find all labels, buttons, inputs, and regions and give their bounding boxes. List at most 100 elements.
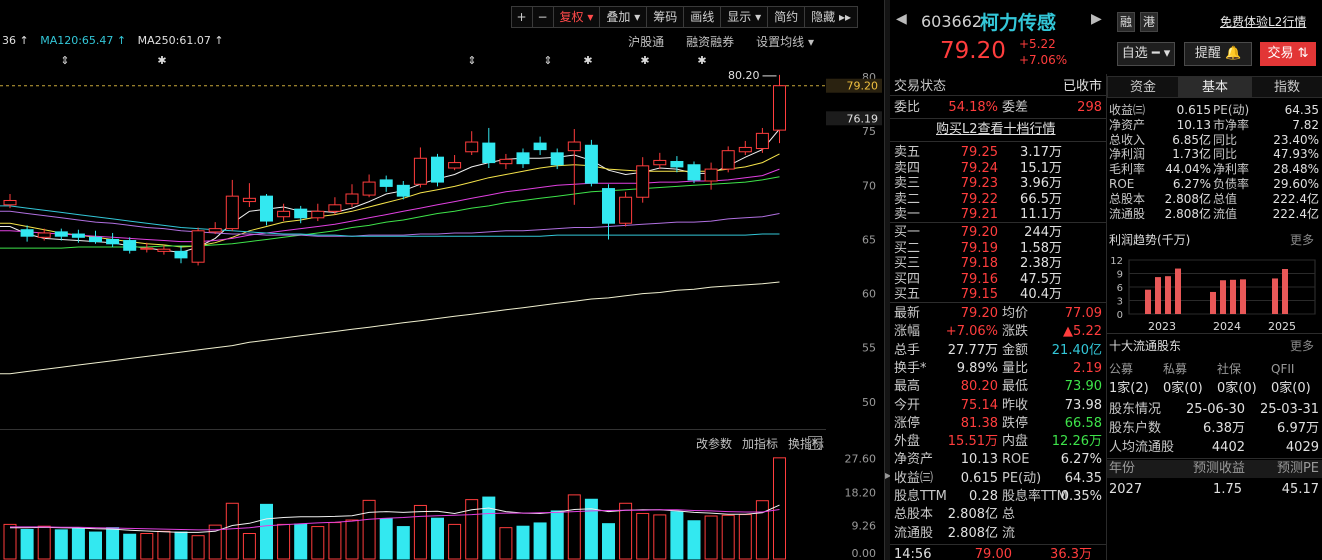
divider (1107, 458, 1322, 459)
event-marker: ✱ (157, 54, 166, 67)
volume-chart[interactable]: 27.60 18.20 9.26 0.00 (0, 433, 884, 560)
candle-up (704, 168, 718, 182)
candle-up (37, 232, 51, 238)
event-marker: ⇕ (467, 54, 476, 67)
fundamental-row: ROE 6.27% 负债率 29.60% (1107, 177, 1322, 192)
profit-trend-title: 利润趋势(千万) (1109, 233, 1191, 247)
zoom-out-button[interactable]: − (531, 6, 554, 28)
volume-tick: 27.60 (845, 452, 877, 465)
simple-button[interactable]: 简约 (767, 6, 806, 28)
trade-button[interactable]: 交易 ⇅ (1260, 42, 1316, 66)
profit-trend-chart: 0 3 6 9 12 2023 2024 2025 (1110, 256, 1316, 333)
price-tick: 60 (862, 288, 876, 301)
stat-value: 0.35% (1060, 489, 1102, 504)
stat-label: 量比 (1002, 360, 1029, 376)
stat-value: 79.20 (960, 306, 998, 321)
holders-more-link[interactable]: 更多 (1290, 337, 1314, 354)
candle-up (362, 181, 376, 196)
volume-bar-down (533, 522, 547, 560)
quote-stat-row: 净资产 10.13 ROE 6.27% (890, 451, 1106, 469)
stat-value: 2.19 (1073, 360, 1102, 376)
fund-value: 44.04% (1165, 162, 1211, 177)
volume-bar-up (3, 523, 17, 560)
divider (890, 302, 1106, 303)
alert-button[interactable]: 提醒 🔔 (1184, 42, 1252, 66)
quote-stat-row: 总手 27.77万 金额 21.40亿 (890, 342, 1106, 360)
volume-bar-up (448, 523, 462, 560)
quote-stat-row: 今开 75.14 昨收 73.98 (890, 397, 1106, 415)
ma-settings-link[interactable]: 设置均线 ▾ (756, 33, 814, 50)
fund-value: 222.4亿 (1272, 191, 1319, 206)
event-marker: ✱ (697, 54, 706, 67)
free-l2-link[interactable]: 免费体验L2行情 (1220, 13, 1306, 30)
candle-up (448, 162, 462, 169)
volume-bar-up (328, 522, 342, 560)
candle-up (499, 158, 513, 165)
price-change: +5.22 (1019, 37, 1056, 51)
event-marker: ⇕ (543, 54, 552, 67)
fuquan-button[interactable]: 复权 ▾ (552, 6, 601, 28)
candle-up (721, 150, 735, 170)
volume-bar-up (362, 499, 376, 560)
candle-down (260, 195, 273, 222)
display-button[interactable]: 显示 ▾ (720, 6, 769, 28)
next-stock-icon[interactable]: ▶ (1091, 11, 1102, 27)
holder-count: 1家(2) (1109, 381, 1149, 396)
tick-volume: 36.3万 (1050, 547, 1092, 560)
tab-capital[interactable]: 资金 (1107, 76, 1179, 98)
quote-stat-row: 换手* 9.89% 量比 2.19 (890, 360, 1106, 378)
draw-line-button[interactable]: 画线 (683, 6, 722, 28)
quote-stat-row: 涨幅 +7.06% 涨跌 ▲5.22 (890, 323, 1106, 341)
holder-type: 公募 (1109, 362, 1134, 376)
forecast-head: 预测收益 (1193, 461, 1246, 476)
zoom-in-button[interactable]: + (510, 6, 533, 28)
price-tick: 55 (862, 342, 876, 355)
overlay-button[interactable]: 叠加 ▾ (599, 6, 648, 28)
candle-down (174, 250, 188, 259)
prev-stock-icon[interactable]: ◀ (896, 11, 907, 27)
tick-price: 79.00 (974, 547, 1012, 560)
fund-value: 29.60% (1273, 177, 1319, 191)
volume-bar-up (636, 512, 650, 560)
ma-line-4 (0, 210, 780, 237)
fund-value: 1.73亿 (1172, 147, 1211, 162)
profit-bar (1155, 277, 1161, 314)
candle-up (755, 132, 769, 150)
profit-bar (1220, 280, 1226, 314)
profit-bar (1272, 278, 1278, 314)
quote-stat-row: 最新 79.20 均价 77.09 (890, 305, 1106, 323)
holder-type: 社保 (1217, 362, 1242, 376)
volume-bar-up (345, 519, 359, 560)
chips-button[interactable]: 筹码 (646, 6, 685, 28)
fund-value: 28.48% (1273, 162, 1319, 177)
hk-connect-tag: 港 (1140, 12, 1158, 32)
tab-index[interactable]: 指数 (1251, 76, 1322, 98)
profit-more-link[interactable]: 更多 (1290, 231, 1314, 248)
forecast-head: 年份 (1109, 461, 1136, 476)
candle-down (294, 208, 308, 219)
watchlist-button[interactable]: 自选 ━ ▾ (1117, 42, 1175, 66)
volume-bar-up (157, 530, 171, 560)
candlestick-chart[interactable]: ⇕ ✱ ⇕ ⇕ ✱ ✱ ✱ 80.20 (0, 50, 826, 430)
hide-button[interactable]: 隐藏 ▸▸ (804, 6, 858, 28)
hsgt-link[interactable]: 沪股通 (628, 33, 664, 50)
candle-down (379, 179, 393, 187)
divider (890, 544, 1106, 545)
margin-link[interactable]: 融资融券 (686, 33, 734, 50)
candle-down (431, 156, 444, 183)
quote-stat-row: 最高 80.20 最低 73.90 (890, 378, 1106, 396)
info-tabs: 资金 基本 指数 (1107, 76, 1322, 98)
fund-value: 6.85亿 (1172, 132, 1211, 147)
tab-basic[interactable]: 基本 (1179, 76, 1251, 98)
profit-y-tick: 9 (1117, 270, 1123, 281)
app-window: + − 复权 ▾ 叠加 ▾ 筹码 画线 显示 ▾ 简约 隐藏 ▸▸ 36 ↑ M… (0, 0, 1322, 560)
stat-value: 2.808亿 (947, 525, 998, 541)
fund-label: 市净率 (1213, 117, 1250, 132)
buy-l2-link[interactable]: 购买L2查看十档行情 (936, 121, 1056, 139)
volume-bar-down (260, 503, 273, 560)
last-price-tag: 79.20 (847, 80, 879, 93)
volume-bar-up (225, 502, 239, 560)
candle-down (602, 188, 615, 224)
margin-tag: 融 (1117, 12, 1135, 32)
profit-x-label: 2023 (1148, 320, 1176, 333)
